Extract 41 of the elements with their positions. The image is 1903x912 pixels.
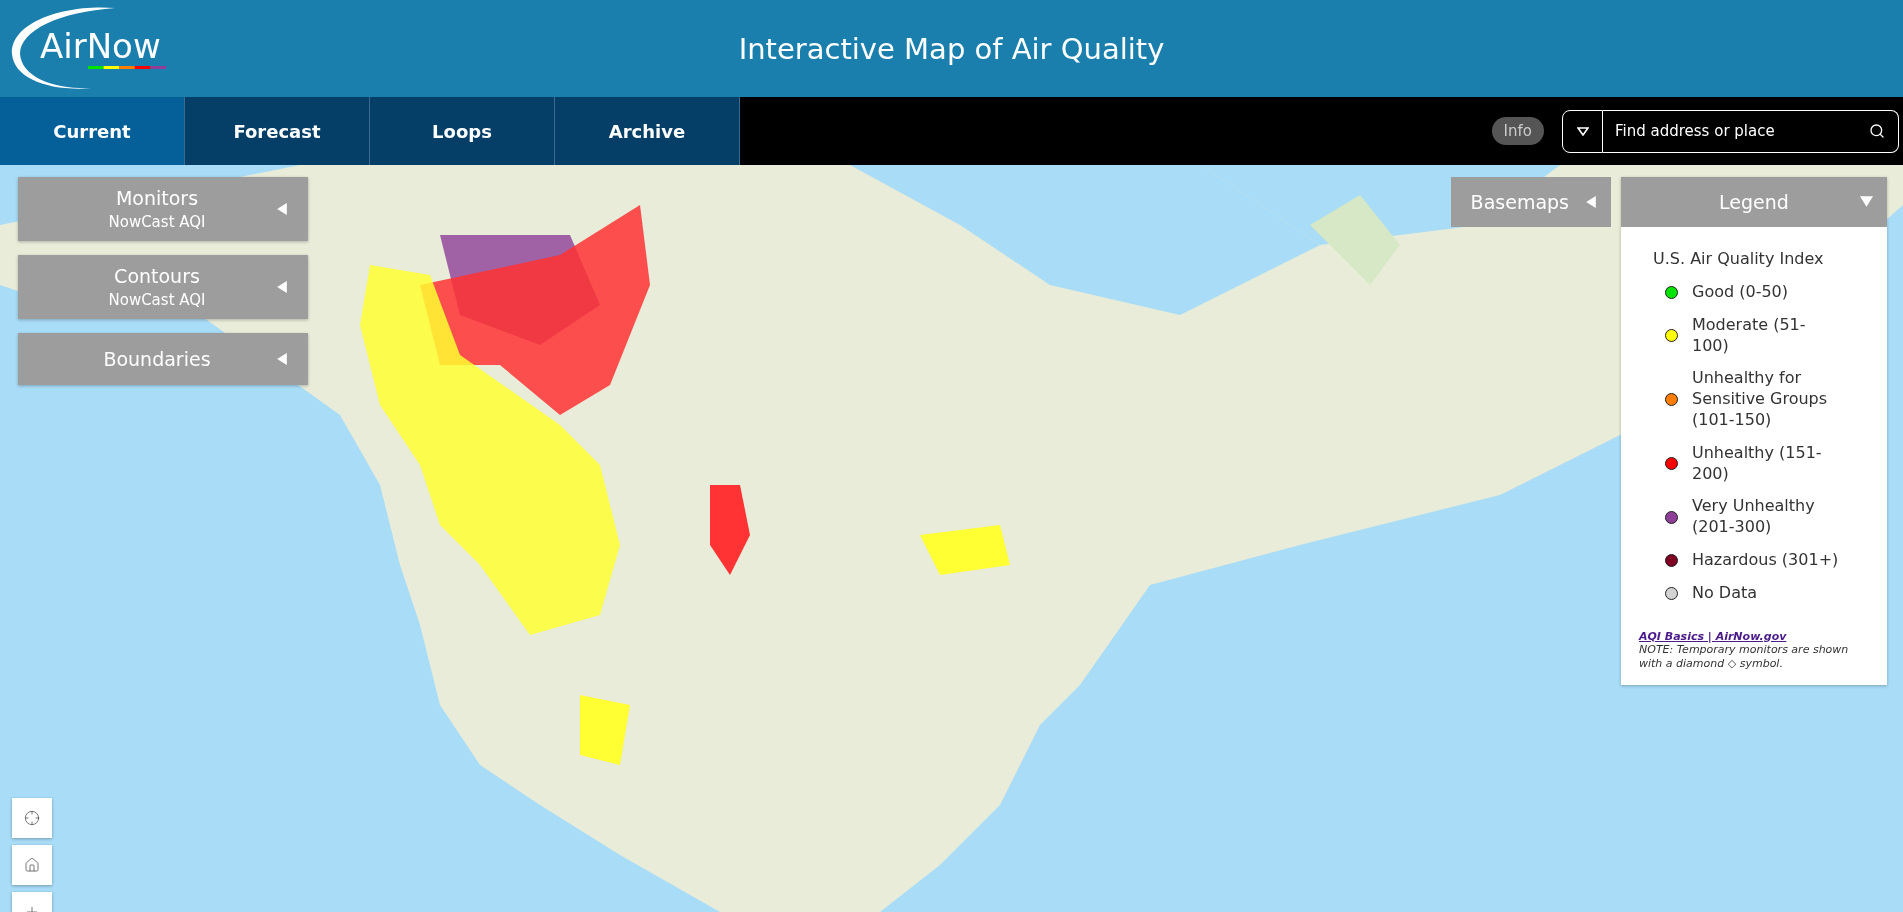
legend-label: Unhealthy for Sensitive Groups (101-150) [1692,368,1829,431]
legend-label: Hazardous (301+) [1692,549,1840,571]
legend-label: Unhealthy (151-200) [1692,442,1823,485]
caret-icon [1585,196,1597,208]
home-button[interactable] [12,845,52,885]
legend-note: NOTE: Temporary monitors are shown with a diamond ◇ symbol. [1639,642,1850,672]
legend-label: Moderate (51-100) [1692,314,1807,357]
info-button[interactable]: Info [1491,117,1544,145]
caret-icon [276,203,288,215]
crosshair-icon [24,810,40,826]
nav-tab[interactable]: Current [0,97,185,165]
layer-panel-button[interactable]: Boundaries [18,333,308,385]
search-icon[interactable] [1869,122,1885,139]
legend-label: Very Unhealthy (201-300) [1692,496,1816,538]
legend-label: Good (0-50) [1692,282,1789,303]
caret-icon [1576,126,1589,136]
page-title: Interactive Map of Air Quality [738,31,1165,66]
legend-heading: U.S. Air Quality Index [1653,249,1825,268]
home-icon [24,857,40,873]
legend-header-button[interactable]: Legend [1621,177,1887,227]
legend-label: No Data [1692,582,1759,604]
caret-icon [276,281,288,293]
nav-tab[interactable]: Archive [555,97,740,165]
search-field[interactable]: Find address or place [1603,109,1899,153]
logo-stripe-icon [88,66,166,69]
locate-button[interactable] [12,798,52,838]
panel-subtitle: NowCast AQI [108,213,206,231]
aqi-basics-link[interactable]: AQI Basics | AirNow.gov [1639,629,1869,643]
layer-panel-button[interactable]: Monitors NowCast AQI [18,177,308,241]
basemaps-button[interactable]: Basemaps [1450,177,1611,227]
caret-icon [276,353,288,365]
panel-subtitle: NowCast AQI [108,291,206,309]
logo-text: AirNow [40,26,161,66]
caret-icon [1860,195,1873,208]
panel-title: Contours [114,265,200,287]
panel-title: Monitors [115,187,199,209]
layer-panel-button[interactable]: Contours NowCast AQI [18,255,308,319]
nav-tab[interactable]: Forecast [185,97,370,165]
nav-tab[interactable]: Loops [370,97,555,165]
dropdown-button[interactable] [1562,109,1603,153]
panel-title: Boundaries [103,348,211,370]
